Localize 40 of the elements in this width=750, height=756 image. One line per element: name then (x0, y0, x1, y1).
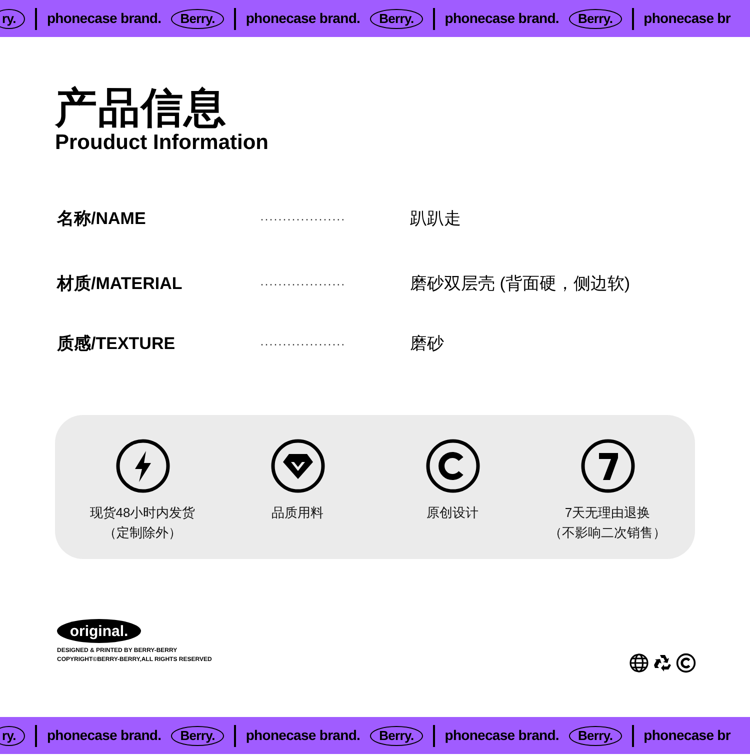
brand-tag: Berry. (171, 8, 224, 28)
brand-tag: Berry. (171, 726, 224, 746)
brand-slogan: phonecase br (644, 726, 730, 745)
brand-tag: Berry. (370, 726, 423, 746)
brand-tag: Berry. (370, 8, 423, 28)
copyright-icon (676, 653, 696, 673)
dotted-leader: ··················· (260, 336, 346, 353)
page-title: 产品信息 (55, 84, 228, 132)
feature-label: 品质用料 (272, 504, 324, 522)
brand-slogan: phonecase brand. (46, 726, 162, 745)
spec-label: 材质/MATERIAL (57, 273, 184, 296)
spec-label: 名称/NAME (57, 208, 147, 230)
feature-label: 7天无理由退换 (564, 504, 650, 522)
brand-slogan: phonecase brand. (444, 726, 559, 745)
spec-label: 质感/TEXTURE (57, 333, 176, 356)
lightning-icon (116, 439, 170, 493)
brand-slogan: phonecase br (644, 9, 730, 28)
brand-slogan: phonecase brand. (246, 726, 360, 745)
spec-value: 趴趴走 (410, 208, 461, 230)
brand-slogan: phonecase brand. (246, 9, 360, 28)
spec-value: 磨砂 (410, 333, 444, 356)
feature-label: （不影响二次销售） (549, 524, 666, 542)
feature-label: 原创设计 (426, 504, 478, 522)
spec-value: 磨砂双层壳 (背面硬，侧边软) (410, 273, 630, 296)
dotted-leader: ··················· (260, 211, 346, 228)
brand-tag: Berry. (568, 726, 622, 746)
brand-slogan: phonecase brand. (46, 9, 162, 28)
globe-icon (629, 653, 649, 673)
seven-icon (580, 439, 634, 493)
brand-tag: Berry. (568, 8, 622, 28)
brand-logo: original. (57, 619, 141, 643)
brand-slogan: phonecase brand. (444, 9, 559, 28)
feature-label: 现货48小时内发货 (90, 504, 196, 522)
page-subtitle: Prouduct Information (55, 130, 270, 156)
dotted-leader: ··················· (260, 276, 346, 293)
copyright-icon (426, 439, 480, 493)
feature-label: （定制除外） (104, 524, 182, 542)
recycle-icon (652, 653, 673, 673)
brand-tag: ry. (0, 726, 25, 746)
brand-tag: ry. (0, 8, 25, 28)
